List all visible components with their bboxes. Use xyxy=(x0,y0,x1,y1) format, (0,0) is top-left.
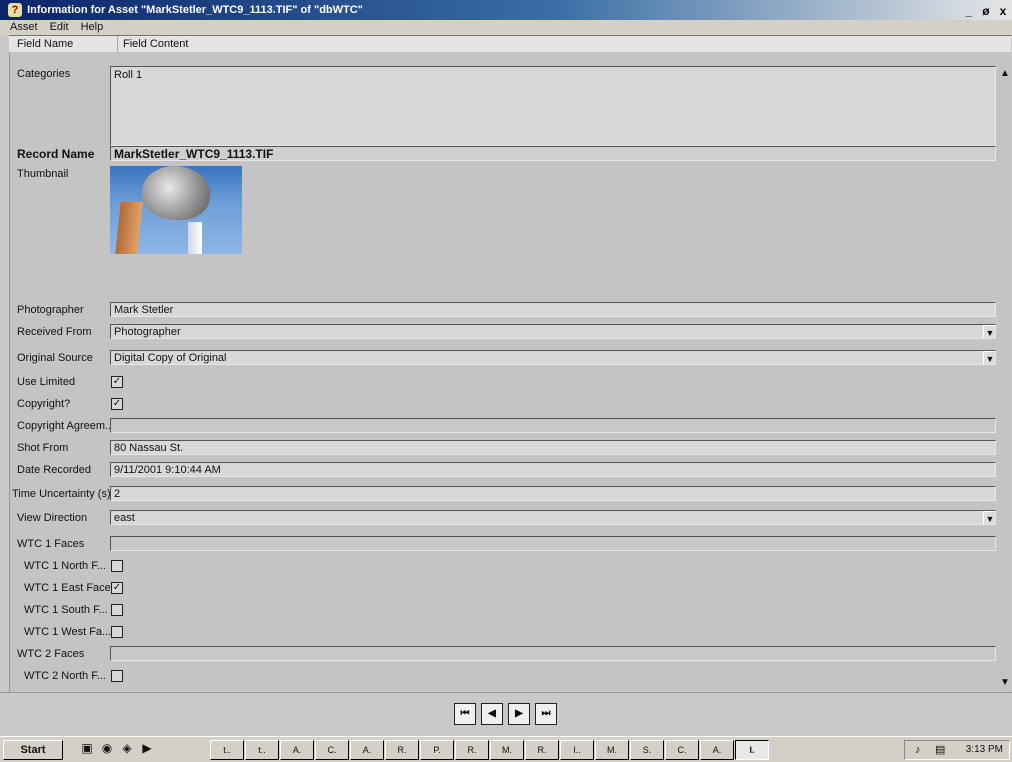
menu-bar: Asset Edit Help xyxy=(0,20,1012,35)
wtc1-south-checkbox[interactable] xyxy=(111,604,123,616)
tower-shape xyxy=(115,202,143,254)
label-photographer: Photographer xyxy=(17,304,84,316)
task-button[interactable]: C. xyxy=(315,740,349,760)
dropdown-arrow-icon[interactable]: ▼ xyxy=(983,351,995,364)
wtc1-west-checkbox[interactable] xyxy=(111,626,123,638)
label-copyright-agreement: Copyright Agreem... xyxy=(17,420,115,432)
label-categories: Categories xyxy=(17,68,71,80)
volume-icon[interactable]: ♪ xyxy=(915,741,921,759)
smoke-shape xyxy=(142,166,210,220)
task-button[interactable]: I.. xyxy=(560,740,594,760)
received-from-value: Photographer xyxy=(114,326,181,338)
building-shape xyxy=(188,222,202,254)
label-wtc1-east: WTC 1 East Face xyxy=(24,582,111,594)
window-title: Information for Asset "MarkStetler_WTC9_… xyxy=(27,4,363,16)
shot-from-field[interactable]: 80 Nassau St. xyxy=(110,440,996,455)
header-field-content[interactable]: Field Content xyxy=(117,36,188,52)
dropdown-arrow-icon[interactable]: ▼ xyxy=(983,325,995,338)
task-button[interactable]: A. xyxy=(700,740,734,760)
task-button[interactable]: S. xyxy=(630,740,664,760)
photographer-field[interactable]: Mark Stetler xyxy=(110,302,996,317)
wtc2-faces-field[interactable] xyxy=(110,646,996,661)
view-direction-select[interactable]: east ▼ xyxy=(110,510,996,525)
dropdown-arrow-icon[interactable]: ▼ xyxy=(983,511,995,524)
label-received-from: Received From xyxy=(17,326,92,338)
task-button[interactable]: C. xyxy=(665,740,699,760)
label-wtc2-north: WTC 2 North F... xyxy=(24,670,106,682)
copyright-agreement-field[interactable] xyxy=(110,418,996,433)
received-from-select[interactable]: Photographer ▼ xyxy=(110,324,996,339)
original-source-value: Digital Copy of Original xyxy=(114,352,227,364)
scroll-up-icon[interactable]: ▲ xyxy=(1000,68,1010,79)
task-button[interactable]: t.. xyxy=(210,740,244,760)
network-tray-icon[interactable]: ▤ xyxy=(935,741,945,759)
label-view-direction: View Direction xyxy=(17,512,88,524)
start-button[interactable]: Start xyxy=(3,740,63,760)
previous-record-button[interactable]: ◀ xyxy=(481,703,503,725)
last-record-button[interactable]: ⏭ xyxy=(535,703,557,725)
task-button[interactable]: R. xyxy=(385,740,419,760)
browser-icon[interactable]: ◉ xyxy=(100,741,114,755)
minimize-button[interactable]: _ xyxy=(962,3,976,19)
label-time-uncertainty: Time Uncertainty (s) xyxy=(12,488,111,500)
taskbar: Start ▣ ◉ ◈ ▶ t.. t.. A. C. A. R. P. R. … xyxy=(0,736,1012,762)
wtc2-north-checkbox[interactable] xyxy=(111,670,123,682)
header-field-name[interactable]: Field Name xyxy=(17,36,73,52)
task-button[interactable]: R. xyxy=(455,740,489,760)
wtc1-north-checkbox[interactable] xyxy=(111,560,123,572)
task-button[interactable]: M. xyxy=(595,740,629,760)
media-icon[interactable]: ▶ xyxy=(140,741,154,755)
wtc1-east-checkbox[interactable]: ✓ xyxy=(111,582,123,594)
task-button-active[interactable]: I. xyxy=(735,740,769,760)
restore-button[interactable]: ø xyxy=(979,3,993,19)
menu-help[interactable]: Help xyxy=(81,21,104,33)
system-tray: ♪ ▤ 3:13 PM xyxy=(904,740,1010,760)
label-wtc1-west: WTC 1 West Fa... xyxy=(24,626,112,638)
record-name-field[interactable]: MarkStetler_WTC9_1113.TIF xyxy=(110,146,996,161)
label-wtc1-south: WTC 1 South F... xyxy=(24,604,108,616)
wtc1-faces-field[interactable] xyxy=(110,536,996,551)
task-button[interactable]: t.. xyxy=(245,740,279,760)
network-icon[interactable]: ◈ xyxy=(120,741,134,755)
categories-field[interactable]: Roll 1 xyxy=(110,66,996,146)
task-button[interactable]: R. xyxy=(525,740,559,760)
clock: 3:13 PM xyxy=(965,744,1003,755)
app-icon: ? xyxy=(8,3,22,17)
first-record-button[interactable]: ⏮ xyxy=(454,703,476,725)
label-use-limited: Use Limited xyxy=(17,376,76,388)
task-button[interactable]: A. xyxy=(280,740,314,760)
menu-edit[interactable]: Edit xyxy=(50,21,69,33)
vertical-scrollbar[interactable]: ▲ ▼ xyxy=(999,52,1011,692)
field-list: Categories Roll 1 Record Name MarkStetle… xyxy=(9,52,1000,692)
label-record-name: Record Name xyxy=(17,147,95,161)
label-thumbnail: Thumbnail xyxy=(17,168,69,180)
label-wtc1-north: WTC 1 North F... xyxy=(24,560,106,572)
scroll-down-icon[interactable]: ▼ xyxy=(1000,677,1010,688)
original-source-select[interactable]: Digital Copy of Original ▼ xyxy=(110,350,996,365)
use-limited-checkbox[interactable]: ✓ xyxy=(111,376,123,388)
label-date-recorded: Date Recorded xyxy=(17,464,91,476)
task-button[interactable]: M. xyxy=(490,740,524,760)
label-copyright: Copyright? xyxy=(17,398,71,410)
label-wtc2-faces: WTC 2 Faces xyxy=(17,648,85,660)
view-direction-value: east xyxy=(114,512,135,524)
desktop-icon[interactable]: ▣ xyxy=(80,741,94,755)
record-navigation: ⏮ ◀ ▶ ⏭ xyxy=(0,692,1012,733)
table-header: Field Name Field Content xyxy=(9,35,1011,53)
title-bar: ? Information for Asset "MarkStetler_WTC… xyxy=(0,0,1012,20)
time-uncertainty-field[interactable]: 2 xyxy=(110,486,996,501)
window-controls: _ ø x xyxy=(962,2,1010,18)
task-button[interactable]: A. xyxy=(350,740,384,760)
copyright-checkbox[interactable]: ✓ xyxy=(111,398,123,410)
label-shot-from: Shot From xyxy=(17,442,69,454)
next-record-button[interactable]: ▶ xyxy=(508,703,530,725)
thumbnail-image[interactable] xyxy=(110,166,242,254)
task-button[interactable]: P. xyxy=(420,740,454,760)
label-wtc1-faces: WTC 1 Faces xyxy=(17,538,85,550)
close-button[interactable]: x xyxy=(996,3,1010,19)
label-original-source: Original Source xyxy=(17,352,93,364)
menu-asset[interactable]: Asset xyxy=(10,21,38,33)
date-recorded-field[interactable]: 9/11/2001 9:10:44 AM xyxy=(110,462,996,477)
